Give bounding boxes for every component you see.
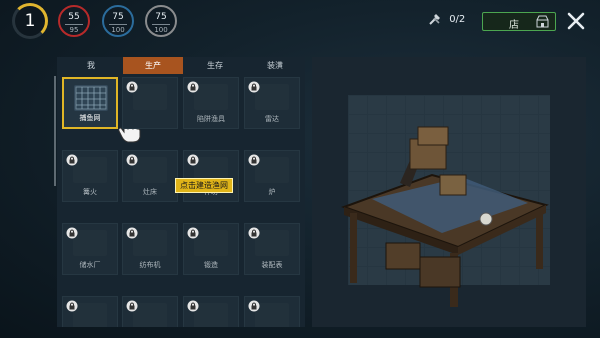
workbench-illustration: [341, 126, 549, 307]
health-max: 95: [69, 26, 79, 34]
item-thumbnail: [133, 230, 167, 256]
item-thumbnail: [194, 230, 228, 256]
item-thumbnail: [255, 303, 289, 327]
lock-icon: [66, 154, 78, 166]
item-cell[interactable]: 炉: [244, 150, 300, 202]
build-tooltip: 点击建造渔网: [175, 178, 233, 193]
item-preview-panel: [312, 57, 586, 327]
water-current: 75: [155, 12, 167, 22]
item-thumbnail: [133, 157, 167, 183]
lock-icon: [126, 154, 138, 166]
item-thumbnail: [255, 84, 289, 110]
food-current: 75: [112, 12, 124, 22]
build-counter: 0/2: [428, 12, 465, 30]
lock-icon: [248, 154, 260, 166]
item-thumbnail: [194, 303, 228, 327]
food-gauge: 75 100: [102, 5, 134, 37]
item-thumbnail: [73, 157, 107, 183]
item-name: 装配表: [261, 261, 283, 269]
item-name: 灶床: [143, 188, 157, 196]
health-current: 55: [68, 12, 80, 22]
item-cell[interactable]: 装配表: [244, 223, 300, 275]
item-cell[interactable]: 纺布机: [122, 223, 178, 275]
lock-icon: [126, 227, 138, 239]
item-cell[interactable]: [183, 296, 239, 327]
food-max: 100: [111, 26, 125, 34]
store-icon: [536, 15, 549, 28]
food-separator: [109, 24, 127, 25]
water-separator: [152, 24, 170, 25]
build-counter-value: 0/2: [449, 13, 466, 25]
tab-me[interactable]: 我: [61, 57, 121, 74]
item-thumbnail: [133, 303, 167, 327]
item-cell-fishing-net[interactable]: 捕鱼网: [62, 77, 141, 143]
lock-icon: [187, 154, 199, 166]
health-gauge: 55 95: [58, 5, 90, 37]
lock-icon: [126, 300, 138, 312]
lock-icon: [248, 227, 260, 239]
level-badge: 1: [12, 3, 48, 39]
fishing-net-icon: [74, 85, 108, 111]
item-name: 纺布机: [139, 261, 161, 269]
lock-icon: [66, 227, 78, 239]
item-grid: 捕鱼网 陷阱渔具 雷达 篝火 灶床 炉 储水厂 纺布机 锻造 装配表: [60, 77, 305, 327]
lock-icon: [66, 300, 78, 312]
item-cell[interactable]: 灶床: [122, 150, 178, 202]
item-cell[interactable]: 作坊: [183, 150, 239, 202]
lock-icon: [187, 300, 199, 312]
item-thumbnail: [133, 84, 167, 110]
tab-decoration[interactable]: 装潢: [245, 57, 305, 74]
hud-bar: 1 55 95 75 100 75 100 0/2 店: [0, 0, 600, 46]
item-cell[interactable]: 储水厂: [62, 223, 118, 275]
category-tabs: 我 生产 生存 装潢: [57, 57, 305, 74]
item-cell[interactable]: 篝火: [62, 150, 118, 202]
item-thumbnail: [73, 230, 107, 256]
water-max: 100: [154, 26, 168, 34]
item-name: 雷达: [265, 115, 279, 123]
tab-survival[interactable]: 生存: [185, 57, 245, 74]
lock-icon: [248, 300, 260, 312]
item-thumbnail: [73, 303, 107, 327]
health-separator: [65, 24, 83, 25]
lock-icon: [248, 81, 260, 93]
item-cell[interactable]: 雷达: [244, 77, 300, 129]
item-thumbnail: [255, 157, 289, 183]
level-value: 1: [24, 11, 36, 31]
lock-icon: [126, 81, 138, 93]
item-name: 锻造: [204, 261, 218, 269]
item-cell[interactable]: [122, 296, 178, 327]
item-cell[interactable]: [244, 296, 300, 327]
hammer-wrench-icon: [429, 14, 440, 25]
shop-label: 店: [509, 20, 519, 31]
close-icon[interactable]: [566, 11, 586, 31]
grid-scrollbar[interactable]: [54, 76, 56, 186]
tab-production[interactable]: 生产: [123, 57, 183, 74]
item-name: 陷阱渔具: [197, 115, 225, 123]
item-thumbnail: [194, 84, 228, 110]
item-cell[interactable]: [62, 296, 118, 327]
lock-icon: [187, 227, 199, 239]
item-name: 炉: [268, 188, 276, 196]
shop-button[interactable]: 店: [482, 12, 556, 31]
game-screen: 1 55 95 75 100 75 100 0/2 店 我 生产 生存 装潢 捕…: [0, 0, 600, 338]
item-name: 储水厂: [79, 261, 101, 269]
water-gauge: 75 100: [145, 5, 177, 37]
item-name: 捕鱼网: [79, 114, 101, 122]
item-name: 篝火: [83, 188, 97, 196]
item-thumbnail: [255, 230, 289, 256]
item-cell[interactable]: [122, 77, 178, 129]
lock-icon: [187, 81, 199, 93]
item-cell[interactable]: 陷阱渔具: [183, 77, 239, 129]
item-cell[interactable]: 锻造: [183, 223, 239, 275]
